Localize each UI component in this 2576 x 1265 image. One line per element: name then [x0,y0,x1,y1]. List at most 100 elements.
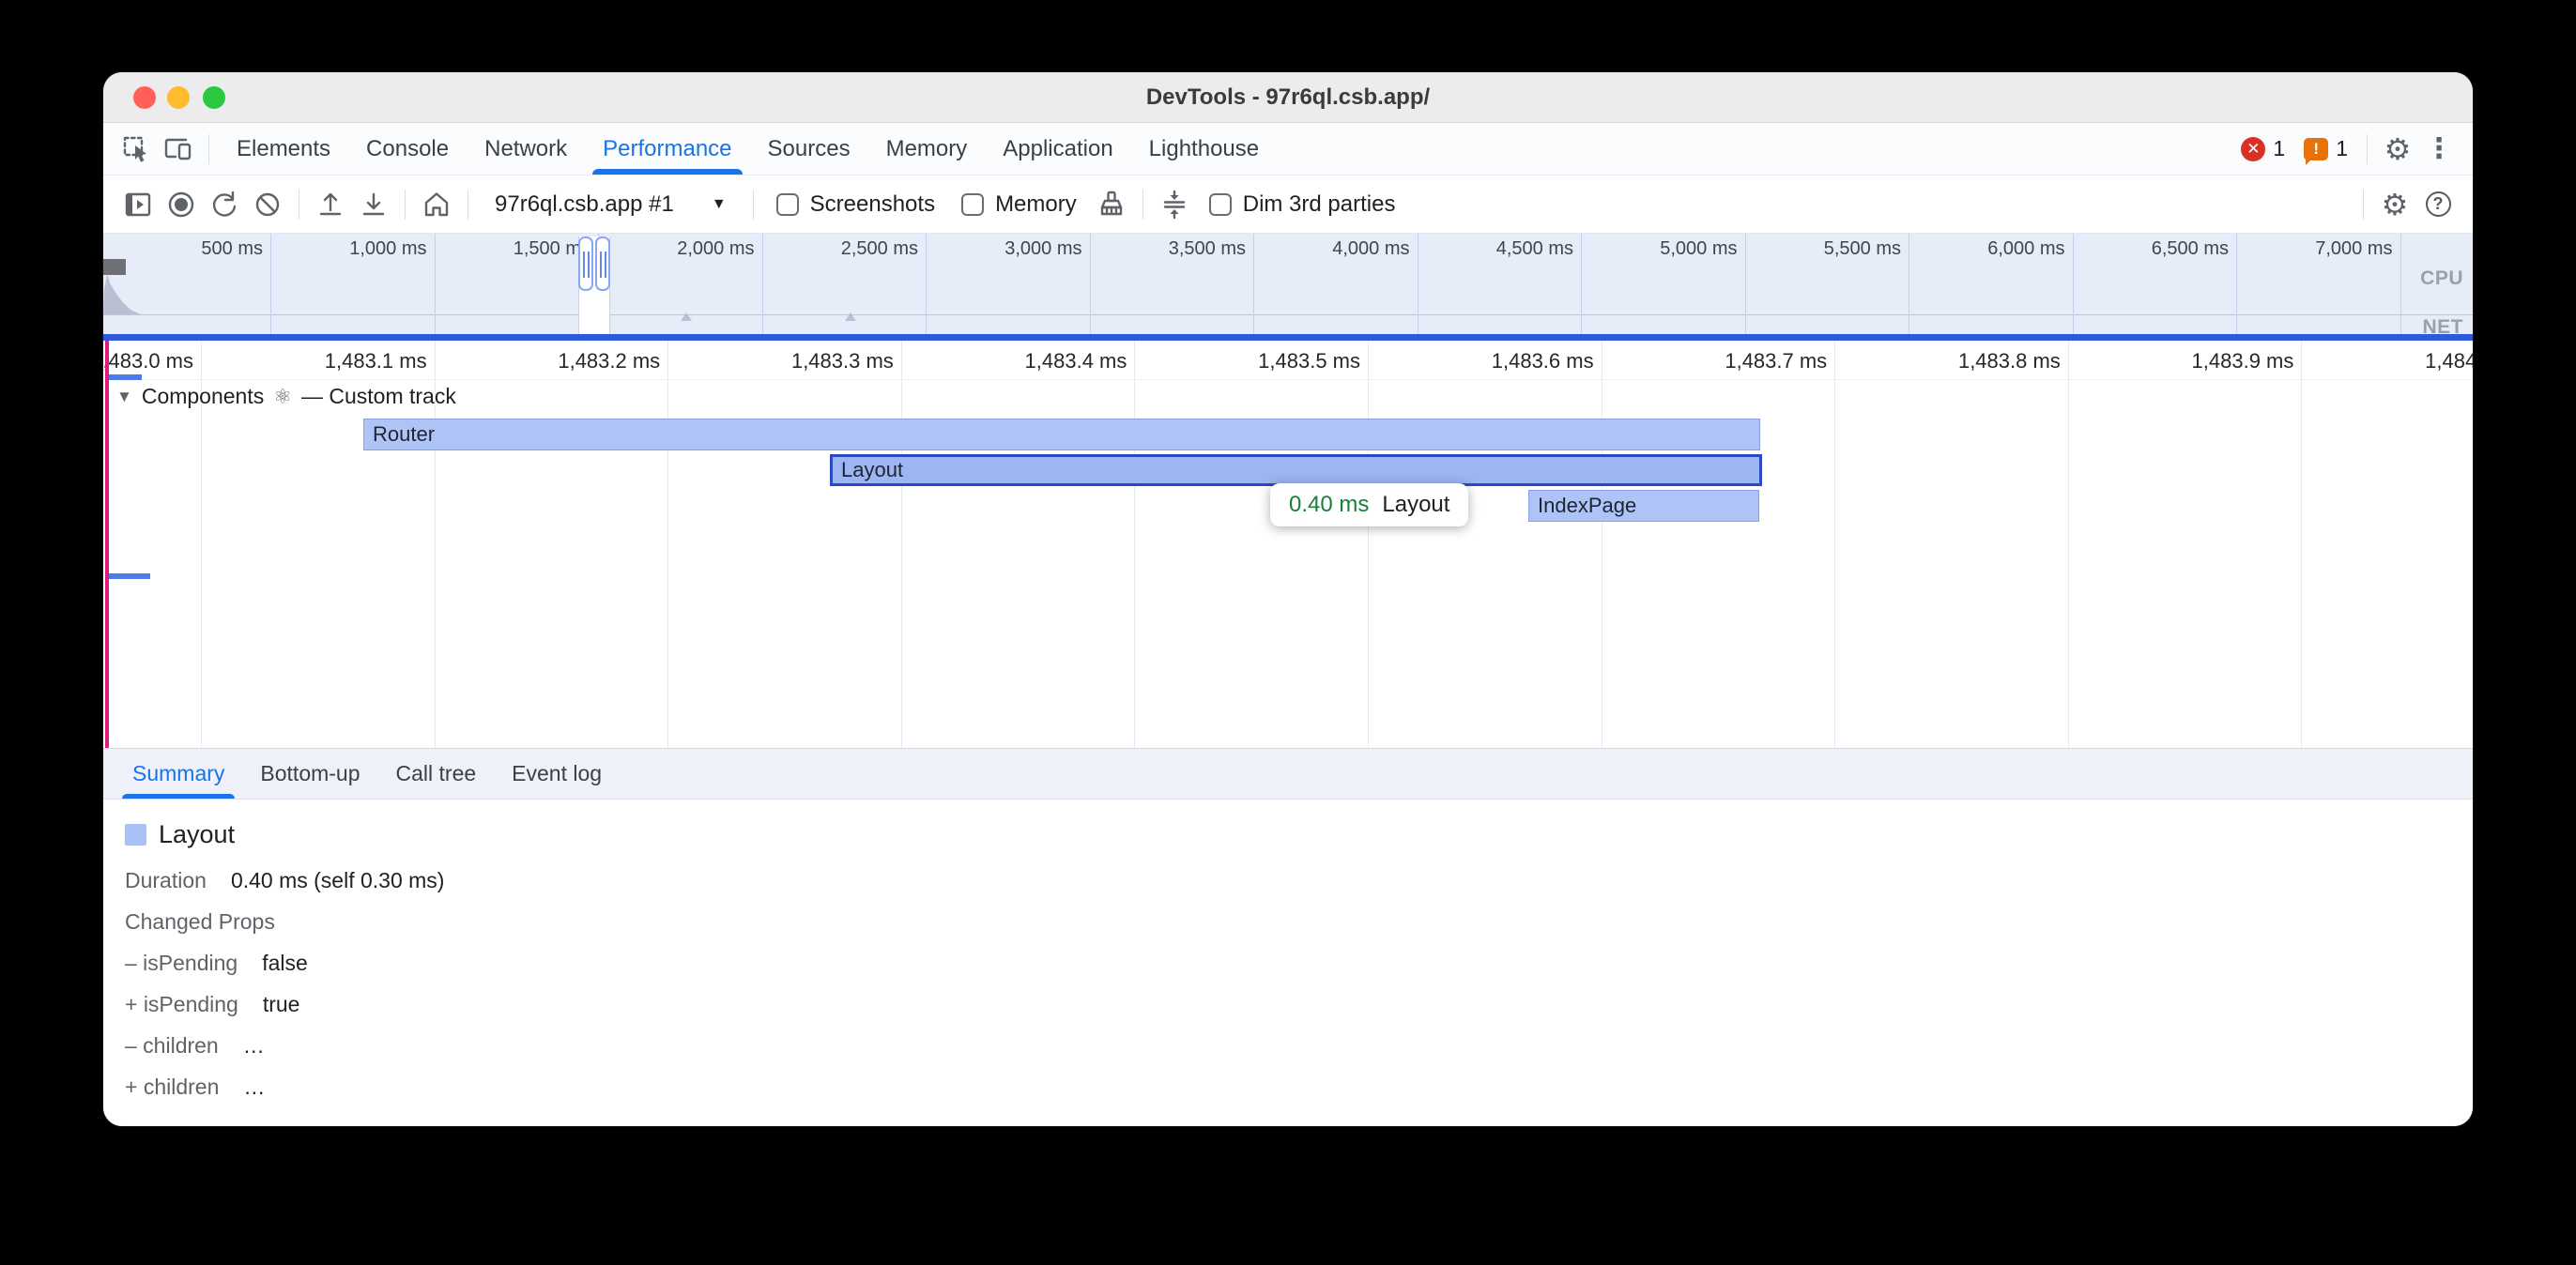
summary-row-label: – children [125,1033,219,1059]
details-tab-bottom-up[interactable]: Bottom-up [242,749,377,799]
track-suffix: — Custom track [301,384,456,409]
details-tab-event-log[interactable]: Event log [494,749,620,799]
overview-tick-label: 500 ms [201,238,263,260]
overview-tick-label: 4,000 ms [1332,238,1409,260]
error-icon: ✕ [2241,137,2265,161]
overview-tick-label: 1,000 ms [349,238,426,260]
details-tab-call-tree[interactable]: Call tree [378,749,495,799]
tab-elements[interactable]: Elements [219,123,348,175]
flame-bar-label: Layout [833,458,903,482]
chart-gridline [901,341,902,748]
overview-tick-label: 6,500 ms [2152,238,2229,260]
settings-gear-icon[interactable]: ⚙ [2377,129,2418,170]
overview-tick-label: 5,500 ms [1824,238,1901,260]
overview-gridline [762,234,763,334]
upload-profile-icon[interactable] [309,183,352,226]
checkbox-icon [961,193,984,216]
dim-3rd-parties-checkbox[interactable]: Dim 3rd parties [1209,191,1396,218]
performance-toolbar: 97r6ql.csb.app #1 ▼ Screenshots Memory [103,175,2473,234]
clear-icon[interactable] [246,183,289,226]
devtools-tabbar: ElementsConsoleNetworkPerformanceSources… [103,123,2473,175]
flame-bar-indexpage[interactable]: IndexPage [1528,490,1759,522]
timeline-left-boundary-line [105,341,109,748]
summary-row: + isPendingtrue [125,992,2473,1017]
flame-bar-label: Router [364,422,435,447]
panel-tabs: ElementsConsoleNetworkPerformanceSources… [219,123,1277,175]
ruler-tick-label: 1,483.3 ms [791,349,894,373]
checkbox-icon [1209,193,1232,216]
details-tab-summary[interactable]: Summary [115,749,242,799]
flame-bar-label: IndexPage [1529,494,1636,518]
ruler-tick-label: 1,483.7 ms [1725,349,1827,373]
collapse-flamechart-icon[interactable] [1153,183,1196,226]
target-select[interactable]: 97r6ql.csb.app #1 ▼ [483,191,738,218]
capture-settings-gear-icon[interactable]: ⚙ [2373,183,2416,226]
screen-background: DevTools - 97r6ql.csb.app/ ElementsConso… [0,0,2576,1265]
overview-selection-window[interactable] [578,236,610,334]
download-profile-icon[interactable] [352,183,395,226]
summary-pane: Layout Duration0.40 ms (self 0.30 ms)Cha… [103,800,2473,1126]
error-count: 1 [2273,136,2285,161]
device-toolbar-button[interactable] [158,129,199,170]
flame-bar-layout[interactable]: Layout [830,454,1762,486]
home-icon[interactable] [415,183,458,226]
selection-left-handle[interactable] [578,236,593,291]
summary-row-value: … [243,1033,265,1059]
flame-bar-router[interactable]: Router [363,419,1760,450]
memory-checkbox[interactable]: Memory [961,191,1077,218]
toggle-sidebar-icon[interactable] [116,183,160,226]
kebab-menu-icon[interactable]: ⋮ [2418,129,2460,170]
overview-tick-label: 5,000 ms [1660,238,1737,260]
collect-garbage-icon[interactable] [1090,183,1133,226]
flame-tooltip: 0.40 ms Layout [1270,483,1468,526]
divider [2363,190,2364,220]
overview-gridline [270,234,271,334]
tab-performance[interactable]: Performance [585,123,749,175]
target-select-value: 97r6ql.csb.app #1 [495,191,674,218]
chart-gridline [1834,341,1835,748]
inspect-element-button[interactable] [116,129,158,170]
timeline-overview[interactable]: CPU NET 500 ms1,000 ms1,500 ms2,000 ms2,… [103,234,2473,341]
event-color-swatch [125,824,146,846]
details-tabbar: SummaryBottom-upCall treeEvent log [103,748,2473,800]
ruler-tick-label: 1,483.5 ms [1258,349,1360,373]
record-button[interactable] [160,183,203,226]
summary-row: + children… [125,1074,2473,1100]
summary-row: Duration0.40 ms (self 0.30 ms) [125,868,2473,893]
chart-gridline [1134,341,1135,748]
summary-row-label: – isPending [125,951,238,976]
overview-tick-label: 6,000 ms [1987,238,2064,260]
ruler-underline [103,379,2473,380]
tab-memory[interactable]: Memory [868,123,986,175]
issue-icon: ! [2304,138,2328,160]
overview-gridline [2236,234,2237,334]
screenshots-checkbox[interactable]: Screenshots [776,191,935,218]
components-track-header[interactable]: ▼ Components ⚛ — Custom track [116,384,456,409]
track-marker-dash [109,573,150,579]
overview-gridline [926,234,927,334]
overview-tick-label: 4,500 ms [1496,238,1573,260]
selection-right-handle[interactable] [595,236,610,291]
track-name: Components [142,384,264,409]
collapse-triangle-icon[interactable]: ▼ [116,388,132,406]
divider [2367,134,2368,164]
chart-gridline [2068,341,2069,748]
summary-title-row: Layout [125,820,2473,849]
tab-network[interactable]: Network [467,123,585,175]
flame-chart[interactable]: 1,483.0 ms1,483.1 ms1,483.2 ms1,483.3 ms… [103,341,2473,748]
console-errors-badge[interactable]: ✕ 1 [2241,136,2285,161]
ruler-tick-label: 1,483.4 ms [1025,349,1127,373]
issues-badge[interactable]: ! 1 [2304,136,2348,161]
summary-event-name: Layout [159,820,235,849]
checkbox-icon [776,193,799,216]
help-icon[interactable]: ? [2416,183,2460,226]
tab-console[interactable]: Console [348,123,467,175]
tab-sources[interactable]: Sources [750,123,868,175]
cpu-activity-bump [845,307,856,321]
tab-application[interactable]: Application [985,123,1130,175]
tab-lighthouse[interactable]: Lighthouse [1131,123,1277,175]
overview-gridline [1253,234,1254,334]
overview-gridline [1745,234,1746,334]
reload-and-record-icon[interactable] [203,183,246,226]
divider [1142,190,1143,220]
